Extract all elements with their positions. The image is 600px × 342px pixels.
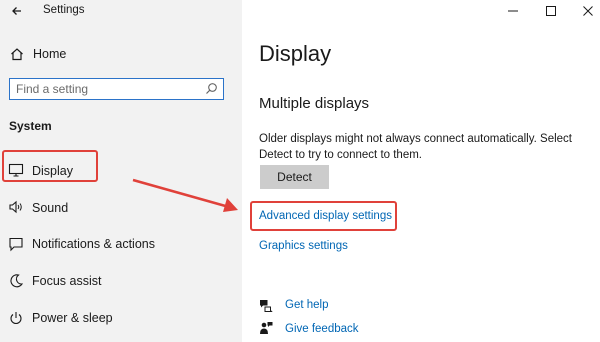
notification-icon bbox=[9, 237, 23, 252]
help-chat-icon bbox=[260, 300, 273, 312]
graphics-settings-link[interactable]: Graphics settings bbox=[259, 240, 348, 252]
page-title: Display bbox=[259, 41, 332, 66]
sidebar-item-power-sleep-label: Power & sleep bbox=[32, 311, 113, 325]
home-icon bbox=[11, 48, 23, 61]
speaker-icon bbox=[9, 200, 22, 214]
sidebar-item-focus-assist-label: Focus assist bbox=[32, 274, 102, 288]
detect-button[interactable]: Detect bbox=[260, 165, 329, 189]
back-arrow-icon[interactable] bbox=[9, 3, 25, 19]
annotation-highlight-advanced bbox=[250, 201, 397, 231]
maximize-icon[interactable] bbox=[543, 3, 559, 19]
sidebar-item-notifications-label: Notifications & actions bbox=[32, 237, 155, 251]
sidebar-item-sound-label: Sound bbox=[32, 201, 69, 215]
search-icon[interactable] bbox=[205, 82, 218, 95]
multiple-displays-description: Older displays might not always connect … bbox=[259, 133, 572, 161]
section-heading-multiple-displays: Multiple displays bbox=[259, 95, 370, 112]
sidebar-item-home-label: Home bbox=[33, 47, 67, 61]
minimize-icon[interactable] bbox=[505, 3, 521, 19]
close-icon[interactable] bbox=[580, 3, 596, 19]
window-title: Settings bbox=[43, 4, 85, 16]
annotation-highlight-display bbox=[2, 150, 98, 182]
feedback-person-icon bbox=[260, 322, 273, 334]
section-label-system: System bbox=[9, 119, 52, 133]
search-box bbox=[9, 78, 224, 100]
moon-icon bbox=[10, 274, 24, 288]
get-help-link[interactable]: Get help bbox=[285, 299, 328, 311]
search-input[interactable] bbox=[16, 81, 196, 97]
power-icon bbox=[10, 312, 22, 325]
give-feedback-link[interactable]: Give feedback bbox=[285, 323, 359, 335]
